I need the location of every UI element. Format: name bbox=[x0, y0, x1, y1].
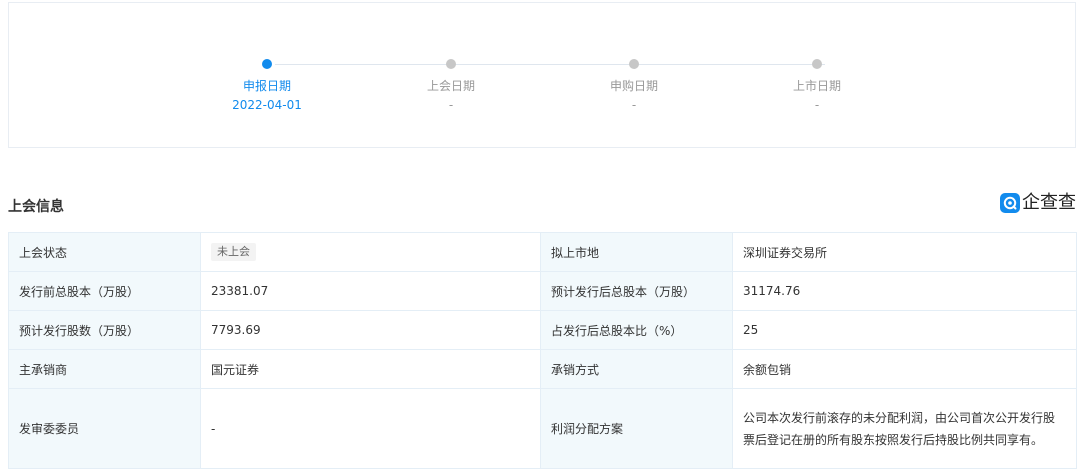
table-value: 7793.69 bbox=[200, 310, 541, 350]
table-row: 预计发行股数（万股） 7793.69 占发行后总股本比（%） 25 bbox=[8, 310, 1077, 350]
step-value: - bbox=[814, 98, 820, 112]
step-dot-icon bbox=[446, 59, 456, 69]
table-value: 未上会 bbox=[200, 232, 541, 272]
table-key: 承销方式 bbox=[540, 349, 733, 389]
step-value: 2022-04-01 bbox=[232, 98, 302, 112]
timeline-step-subscribe: 申购日期 - bbox=[544, 59, 724, 113]
table-row: 发审委委员 - 利润分配方案 公司本次发行前滚存的未分配利润，由公司首次公开发行… bbox=[8, 388, 1077, 469]
table-row: 发行前总股本（万股） 23381.07 预计发行后总股本（万股） 31174.7… bbox=[8, 271, 1077, 311]
timeline-step-meeting: 上会日期 - bbox=[361, 59, 541, 113]
table-key: 上会状态 bbox=[8, 232, 201, 272]
table-key: 预计发行后总股本（万股） bbox=[540, 271, 733, 311]
table-value: 深圳证券交易所 bbox=[732, 232, 1077, 272]
step-label: 申购日期 bbox=[609, 79, 658, 93]
table-key: 发行前总股本（万股） bbox=[8, 271, 201, 311]
table-key: 预计发行股数（万股） bbox=[8, 310, 201, 350]
brand-name: 企查查 bbox=[1022, 192, 1076, 213]
step-label: 上会日期 bbox=[426, 79, 475, 93]
profit-distribution-text: 公司本次发行前滚存的未分配利润，由公司首次公开发行股票后登记在册的所有股东按照发… bbox=[732, 388, 1077, 469]
step-label: 申报日期 bbox=[242, 79, 291, 93]
qichacha-logo-icon bbox=[1000, 193, 1020, 213]
listing-info-table: 上会状态 未上会 拟上市地 深圳证券交易所 发行前总股本（万股） 23381.0… bbox=[8, 232, 1077, 469]
table-row: 主承销商 国元证券 承销方式 余额包销 bbox=[8, 349, 1077, 389]
table-key: 占发行后总股本比（%） bbox=[540, 310, 733, 350]
table-key: 拟上市地 bbox=[540, 232, 733, 272]
timeline-step-apply: 申报日期 2022-04-01 bbox=[177, 59, 357, 113]
step-value: - bbox=[448, 98, 454, 112]
step-value: - bbox=[631, 98, 637, 112]
table-value: 31174.76 bbox=[732, 271, 1077, 311]
brand-logo[interactable]: 企查查 bbox=[1000, 192, 1076, 214]
table-row: 上会状态 未上会 拟上市地 深圳证券交易所 bbox=[8, 232, 1077, 272]
table-value: 余额包销 bbox=[732, 349, 1077, 389]
step-dot-icon bbox=[629, 59, 639, 69]
active-step-dot-icon bbox=[262, 59, 272, 69]
table-key: 利润分配方案 bbox=[540, 388, 733, 469]
step-label: 上市日期 bbox=[792, 79, 841, 93]
timeline-card: 申报日期 2022-04-01 上会日期 - 申购日期 - 上市日期 - bbox=[8, 2, 1076, 148]
status-badge: 未上会 bbox=[211, 243, 256, 261]
table-key: 发审委委员 bbox=[8, 388, 201, 469]
table-value: 国元证券 bbox=[200, 349, 541, 389]
table-value: 25 bbox=[732, 310, 1077, 350]
timeline-step-listing: 上市日期 - bbox=[727, 59, 907, 113]
step-dot-icon bbox=[812, 59, 822, 69]
table-value: 23381.07 bbox=[200, 271, 541, 311]
section-title: 上会信息 bbox=[8, 199, 64, 215]
table-value: - bbox=[200, 388, 541, 469]
table-key: 主承销商 bbox=[8, 349, 201, 389]
